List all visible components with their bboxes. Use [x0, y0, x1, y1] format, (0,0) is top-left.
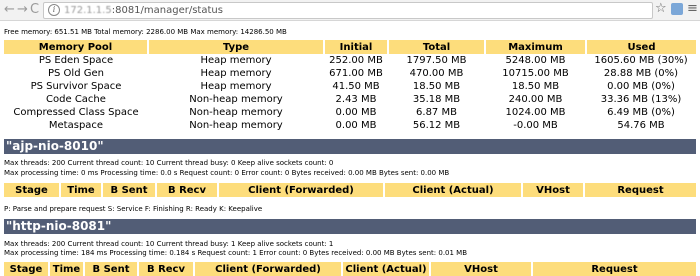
pool-initial: 41.50 MB — [332, 81, 380, 92]
pool-total: 470.00 MB — [409, 68, 464, 79]
pool-total: 35.18 MB — [412, 94, 461, 105]
column-header: Time — [60, 183, 103, 197]
browser-menu-icon[interactable]: ≡ — [687, 1, 698, 17]
pool-name: PS Survivor Space — [30, 81, 122, 92]
pool-name: PS Old Gen — [48, 68, 104, 79]
table-header-row: Memory Pool Type Initial Total Maximum U… — [4, 40, 696, 54]
pool-maximum: 1024.00 MB — [505, 107, 566, 118]
column-header: Client (Forwarded) — [218, 183, 385, 197]
pool-type: Heap memory — [200, 55, 272, 66]
column-header: Type — [148, 40, 325, 54]
column-header: Maximum — [485, 40, 587, 54]
connector-title-ajp: "ajp-nio-8010" — [4, 139, 696, 154]
column-header: Client (Actual) — [342, 262, 431, 276]
connector-title-http: "http-nio-8081" — [4, 219, 696, 234]
info-icon[interactable]: i — [48, 4, 60, 16]
memory-summary: Free memory: 651.51 MB Total memory: 228… — [4, 28, 287, 36]
table-row: PS Eden Space Heap memory 252.00 MB 1797… — [4, 54, 696, 67]
pool-used: 33.36 MB (13%) — [600, 94, 682, 105]
column-header: Used — [586, 40, 696, 54]
connector-processing-info: Max processing time: 184 ms Processing t… — [4, 249, 468, 257]
pool-maximum: 10715.00 MB — [502, 68, 569, 79]
pool-name: Code Cache — [46, 94, 106, 105]
pool-type: Non-heap memory — [189, 94, 283, 105]
browser-toolbar: ← → C i 172.1.1.5:8081/manager/status ☆ … — [0, 0, 700, 21]
pool-total: 56.12 MB — [412, 120, 461, 131]
column-header: Client (Forwarded) — [194, 262, 343, 276]
column-header: VHost — [522, 183, 585, 197]
column-header: B Recv — [138, 262, 195, 276]
pool-total: 6.87 MB — [416, 107, 457, 118]
pool-initial: 252.00 MB — [329, 55, 383, 66]
pool-type: Non-heap memory — [189, 107, 283, 118]
pool-total: 18.50 MB — [412, 81, 461, 92]
address-bar[interactable]: i 172.1.1.5:8081/manager/status — [43, 2, 653, 19]
pool-initial: 2.43 MB — [335, 94, 377, 105]
column-header: Stage — [4, 183, 61, 197]
pool-used: 0.00 MB (0%) — [607, 81, 675, 92]
http-worker-table: Stage Time B Sent B Recv Client (Forward… — [4, 262, 696, 276]
column-header: Request — [532, 262, 696, 276]
table-header-row: Stage Time B Sent B Recv Client (Forward… — [4, 262, 696, 276]
pool-used: 28.88 MB (0%) — [603, 68, 679, 79]
connector-threads-info: Max threads: 200 Current thread count: 1… — [4, 240, 334, 248]
table-row: PS Old Gen Heap memory 671.00 MB 470.00 … — [4, 67, 696, 80]
memory-pool-table: Memory Pool Type Initial Total Maximum U… — [4, 40, 696, 132]
extension-icon[interactable] — [671, 3, 683, 15]
table-row: Compressed Class Space Non-heap memory 0… — [4, 106, 696, 119]
pool-name: Compressed Class Space — [13, 107, 139, 118]
back-arrow-icon[interactable]: ← — [4, 1, 15, 18]
url-path: :8081/manager/status — [111, 5, 223, 16]
pool-initial: 0.00 MB — [335, 120, 377, 131]
table-row: Metaspace Non-heap memory 0.00 MB 56.12 … — [4, 119, 696, 132]
column-header: Initial — [324, 40, 389, 54]
pool-name: Metaspace — [48, 120, 104, 131]
url-text[interactable]: 172.1.1.5:8081/manager/status — [64, 3, 223, 18]
connector-threads-info: Max threads: 200 Current thread count: 1… — [4, 159, 334, 167]
table-row: PS Survivor Space Heap memory 41.50 MB 1… — [4, 80, 696, 93]
url-host: 172.1.1.5 — [64, 5, 112, 16]
column-header: Stage — [4, 262, 50, 276]
pool-used: 6.49 MB (0%) — [607, 107, 675, 118]
column-header: VHost — [430, 262, 533, 276]
pool-used: 54.76 MB — [617, 120, 665, 131]
pool-type: Non-heap memory — [189, 120, 283, 131]
column-header: B Recv — [156, 183, 219, 197]
connector-processing-info: Max processing time: 0 ms Processing tim… — [4, 169, 450, 177]
pool-initial: 671.00 MB — [329, 68, 383, 79]
pool-type: Heap memory — [200, 68, 272, 79]
pool-maximum: 240.00 MB — [508, 94, 563, 105]
table-header-row: Stage Time B Sent B Recv Client (Forward… — [4, 183, 696, 197]
pool-maximum: 18.50 MB — [511, 81, 560, 92]
column-header: B Sent — [84, 262, 139, 276]
table-row: Code Cache Non-heap memory 2.43 MB 35.18… — [4, 93, 696, 106]
pool-maximum: 5248.00 MB — [505, 55, 566, 66]
forward-arrow-icon[interactable]: → — [17, 1, 28, 18]
bookmark-star-icon[interactable]: ☆ — [655, 1, 667, 16]
column-header: Request — [584, 183, 696, 197]
pool-name: PS Eden Space — [38, 55, 114, 66]
pool-initial: 0.00 MB — [335, 107, 377, 118]
column-header: Memory Pool — [4, 40, 149, 54]
stage-legend: P: Parse and prepare request S: Service … — [4, 205, 263, 213]
ajp-worker-table: Stage Time B Sent B Recv Client (Forward… — [4, 183, 696, 197]
column-header: Total — [388, 40, 486, 54]
reload-icon[interactable]: C — [30, 1, 39, 18]
column-header: B Sent — [102, 183, 157, 197]
column-header: Time — [49, 262, 85, 276]
pool-type: Heap memory — [200, 81, 272, 92]
pool-used: 1605.60 MB (30%) — [594, 55, 688, 66]
pool-total: 1797.50 MB — [406, 55, 467, 66]
column-header: Client (Actual) — [384, 183, 523, 197]
pool-maximum: -0.00 MB — [513, 120, 558, 131]
